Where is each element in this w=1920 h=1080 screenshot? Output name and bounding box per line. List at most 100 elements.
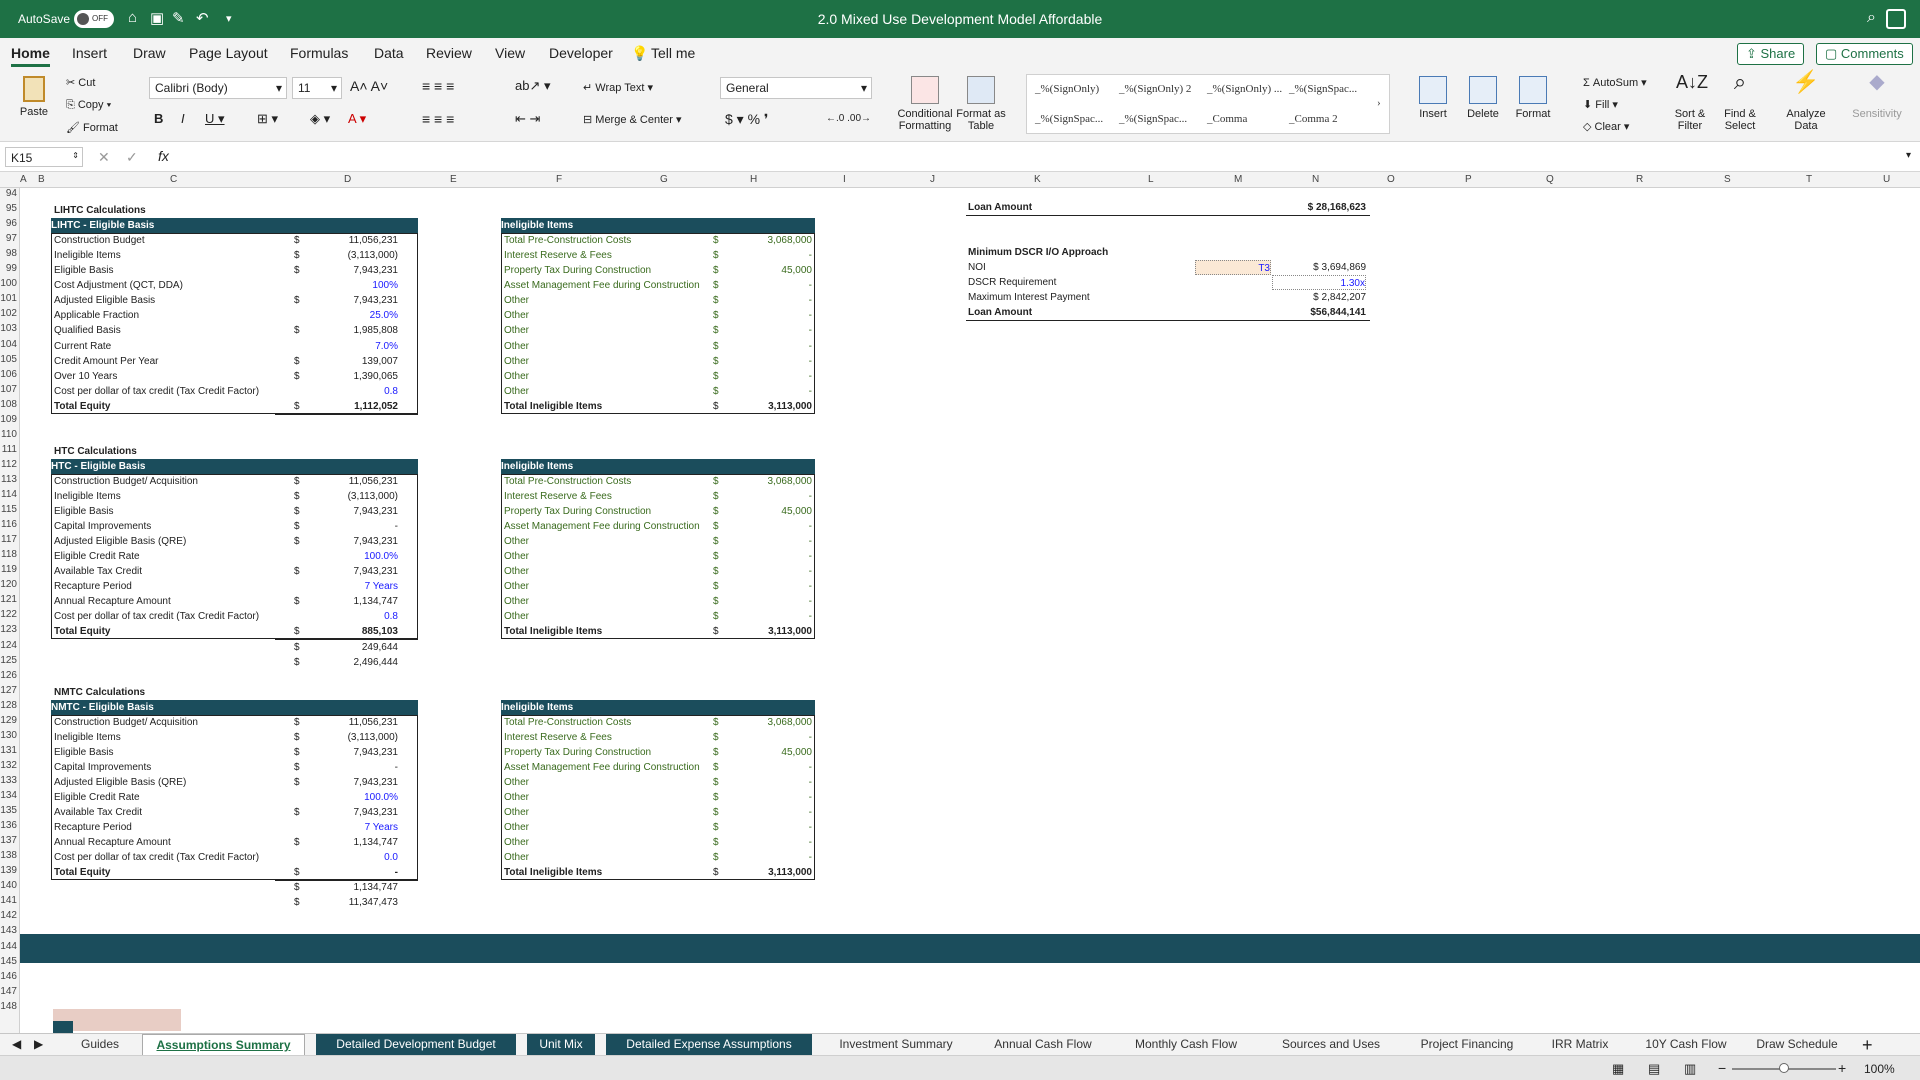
conditional-formatting-button[interactable]: Conditional Formatting xyxy=(893,76,957,132)
column-header-t[interactable]: T xyxy=(1806,174,1812,185)
tab-draw[interactable]: Draw xyxy=(133,45,166,61)
prev-sheet-icon[interactable]: ◀ xyxy=(12,1037,21,1051)
row-header[interactable]: 115 xyxy=(0,504,19,515)
row-header[interactable]: 98 xyxy=(0,248,19,259)
bold-button[interactable]: B xyxy=(154,111,163,126)
row-header[interactable]: 105 xyxy=(0,354,19,365)
sort-filter-button[interactable]: A↓Z Sort & Filter xyxy=(1665,73,1715,132)
row-header[interactable]: 144 xyxy=(0,941,19,952)
copy-button[interactable]: ⎘ Copy ▾ xyxy=(66,99,111,112)
zoom-slider-thumb[interactable] xyxy=(1779,1063,1789,1073)
font-name-select[interactable]: Calibri (Body) ▾ xyxy=(149,77,287,99)
row-header[interactable]: 107 xyxy=(0,384,19,395)
zoom-in-icon[interactable]: + xyxy=(1838,1060,1846,1076)
row-header[interactable]: 145 xyxy=(0,956,19,967)
style-item[interactable]: _%(SignSpac... xyxy=(1289,83,1357,95)
sensitivity-button[interactable]: ◆ Sensitivity xyxy=(1848,72,1906,120)
row-header[interactable]: 134 xyxy=(0,790,19,801)
comments-button[interactable]: ▢ Comments xyxy=(1816,43,1913,65)
borders-icon[interactable]: ⊞ ▾ xyxy=(257,111,278,127)
search-icon[interactable]: ⌕ xyxy=(1867,9,1876,27)
row-header[interactable]: 141 xyxy=(0,895,19,906)
row-header[interactable]: 123 xyxy=(0,624,19,635)
add-sheet-icon[interactable]: + xyxy=(1862,1035,1873,1056)
row-header[interactable]: 120 xyxy=(0,579,19,590)
formula-input[interactable] xyxy=(182,147,1892,167)
currency-icon[interactable]: $ ▾ % ❜ xyxy=(725,111,768,128)
tab-tell-me[interactable]: Tell me xyxy=(651,45,695,61)
font-size-select[interactable]: 11 ▾ xyxy=(292,77,342,99)
column-header-p[interactable]: P xyxy=(1465,174,1472,185)
tab-home[interactable]: Home xyxy=(11,45,50,67)
normal-view-icon[interactable]: ▦ xyxy=(1612,1061,1624,1077)
sheet-tab-draw-schedule[interactable]: Draw Schedule xyxy=(1748,1034,1846,1056)
confirm-icon[interactable]: ✓ xyxy=(126,149,138,166)
edit-icon[interactable]: ✎ xyxy=(172,9,185,27)
expand-icon[interactable]: ▾ xyxy=(1906,150,1911,161)
row-header[interactable]: 121 xyxy=(0,594,19,605)
row-header[interactable]: 147 xyxy=(0,986,19,997)
row-header[interactable]: 138 xyxy=(0,850,19,861)
share-button[interactable]: ⇪ Share xyxy=(1737,43,1805,65)
row-header[interactable]: 94 xyxy=(0,188,19,199)
row-header[interactable]: 95 xyxy=(0,203,19,214)
row-header[interactable]: 103 xyxy=(0,323,19,334)
row-header[interactable]: 117 xyxy=(0,534,19,545)
row-header[interactable]: 131 xyxy=(0,745,19,756)
column-header-h[interactable]: H xyxy=(750,174,757,185)
sheet-tab-sources-and-uses[interactable]: Sources and Uses xyxy=(1264,1034,1398,1056)
column-header-f[interactable]: F xyxy=(556,174,562,185)
tab-review[interactable]: Review xyxy=(426,45,472,61)
underline-button[interactable]: U ▾ xyxy=(205,111,225,127)
row-header[interactable]: 133 xyxy=(0,775,19,786)
column-header-i[interactable]: I xyxy=(843,174,846,185)
row-header[interactable]: 118 xyxy=(0,549,19,560)
fx-icon[interactable]: fx xyxy=(158,148,169,164)
fill-button[interactable]: ⬇ Fill ▾ xyxy=(1583,98,1618,111)
next-sheet-icon[interactable]: ▶ xyxy=(34,1037,43,1051)
find-select-button[interactable]: ⌕ Find & Select xyxy=(1715,71,1765,133)
worksheet-grid[interactable]: Loan Amount $ 28,168,623 Minimum DSCR I/… xyxy=(20,188,1920,1033)
row-header[interactable]: 96 xyxy=(0,218,19,229)
indent-icon[interactable]: ⇤ ⇥ xyxy=(515,111,540,127)
row-header[interactable]: 129 xyxy=(0,715,19,726)
row-header[interactable]: 110 xyxy=(0,429,19,440)
style-item[interactable]: _%(SignSpac... xyxy=(1119,113,1187,125)
tab-insert[interactable]: Insert xyxy=(72,45,107,61)
save-icon[interactable]: ▣ xyxy=(150,9,164,27)
home-icon[interactable]: ⌂ xyxy=(128,9,137,26)
account-icon[interactable] xyxy=(1886,9,1906,29)
row-header[interactable]: 106 xyxy=(0,369,19,380)
row-header[interactable]: 101 xyxy=(0,293,19,304)
sheet-tab-investment-summary[interactable]: Investment Summary xyxy=(824,1034,968,1056)
tab-page-layout[interactable]: Page Layout xyxy=(189,45,268,61)
sheet-tab-detailed-expense-assumptions[interactable]: Detailed Expense Assumptions xyxy=(606,1034,812,1056)
row-header[interactable]: 112 xyxy=(0,459,19,470)
document-title[interactable]: 2.0 Mixed Use Development Model Affordab… xyxy=(800,11,1120,27)
column-header-q[interactable]: Q xyxy=(1546,174,1554,185)
row-header[interactable]: 113 xyxy=(0,474,19,485)
sheet-tab-guides[interactable]: Guides xyxy=(70,1034,130,1056)
format-painter-button[interactable]: 🖌 Format xyxy=(66,121,118,134)
wrap-text-button[interactable]: ↵ Wrap Text ▾ xyxy=(583,81,653,94)
decimal-icon[interactable]: ←.0 .00→ xyxy=(826,113,871,124)
row-header[interactable]: 143 xyxy=(0,925,19,936)
sheet-tab-irr-matrix[interactable]: IRR Matrix xyxy=(1536,1034,1624,1056)
sheet-tab-project-financing[interactable]: Project Financing xyxy=(1408,1034,1526,1056)
column-header-a[interactable]: A xyxy=(20,174,27,185)
column-header-r[interactable]: R xyxy=(1636,174,1643,185)
row-header[interactable]: 148 xyxy=(0,1001,19,1012)
row-header[interactable]: 130 xyxy=(0,730,19,741)
format-cells-button[interactable]: Format xyxy=(1508,76,1558,120)
row-header[interactable]: 132 xyxy=(0,760,19,771)
fill-color-icon[interactable]: ◈ ▾ xyxy=(310,111,330,127)
cancel-icon[interactable]: ✕ xyxy=(98,149,110,166)
row-header[interactable]: 125 xyxy=(0,655,19,666)
row-header[interactable]: 124 xyxy=(0,640,19,651)
zoom-out-icon[interactable]: − xyxy=(1718,1060,1726,1076)
sheet-tab-detailed-development-budget[interactable]: Detailed Development Budget xyxy=(316,1034,516,1056)
column-header-o[interactable]: O xyxy=(1387,174,1395,185)
page-break-view-icon[interactable]: ▥ xyxy=(1684,1061,1696,1077)
insert-cells-button[interactable]: Insert xyxy=(1408,76,1458,120)
column-header-s[interactable]: S xyxy=(1724,174,1731,185)
